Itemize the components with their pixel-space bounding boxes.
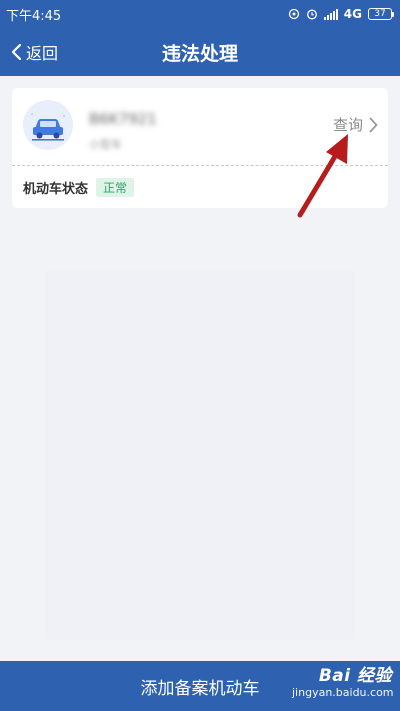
status-label: 机动车状态	[23, 182, 89, 197]
battery-icon: 37	[368, 8, 394, 20]
chevron-left-icon	[11, 43, 22, 61]
status-badge: 正常	[96, 178, 135, 197]
back-label: 返回	[26, 44, 59, 63]
network-type: 4G	[343, 7, 362, 21]
nav-bar: 返回 违法处理	[0, 28, 400, 76]
plate-number: B6K7921	[89, 110, 157, 128]
add-vehicle-button[interactable]: 添加备案机动车	[0, 661, 400, 711]
status-time: 下午4:45	[6, 8, 62, 24]
car-icon	[23, 100, 73, 150]
signal-icon	[323, 8, 338, 20]
vehicle-type: 小型车	[89, 138, 122, 151]
annotation-arrow-icon	[297, 134, 348, 218]
status-icons: 4G 37	[288, 7, 394, 21]
back-button[interactable]: 返回	[10, 28, 58, 76]
vehicle-status-row: 机动车状态 正常	[23, 178, 135, 197]
chevron-right-icon	[369, 117, 378, 132]
battery-level: 37	[374, 9, 386, 19]
hotspot-icon	[288, 8, 299, 20]
status-bar: 下午4:45 4G 37	[0, 0, 400, 28]
alarm-icon	[306, 9, 317, 20]
empty-content-area	[45, 270, 355, 640]
page-title: 违法处理	[161, 42, 238, 65]
